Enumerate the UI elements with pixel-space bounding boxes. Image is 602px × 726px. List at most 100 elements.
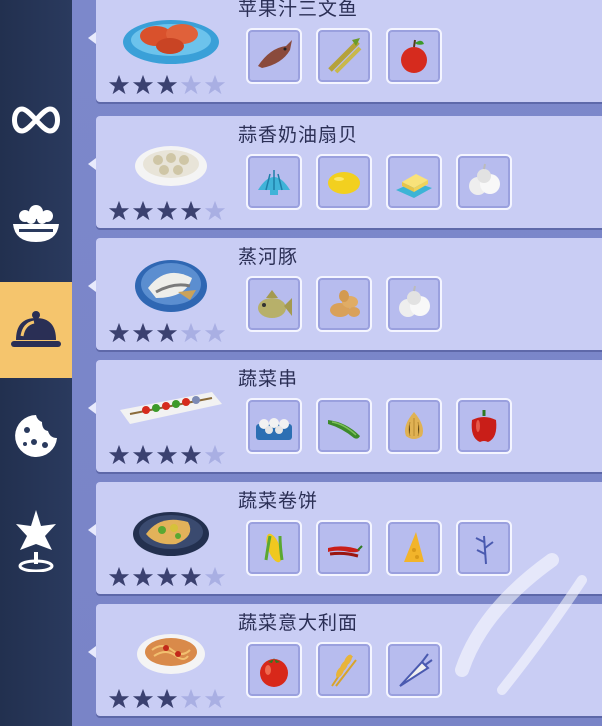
ingredient-slot[interactable] [386,28,442,84]
star-filled-icon [132,444,154,465]
star-filled-icon [180,200,202,221]
star-filled-icon [132,566,154,587]
herb-icon [475,535,494,565]
recipe-card[interactable]: 蔬菜串 [88,360,602,472]
star-rating [108,688,226,710]
garlic-icon [399,285,430,317]
recipe-card[interactable]: 蔬菜意大利面 [88,604,602,716]
star-empty-icon [204,322,226,343]
pufferfish-icon [258,290,292,318]
ingredient-slot[interactable] [386,154,442,210]
tab-snacks[interactable] [0,388,72,484]
recipe-card[interactable]: 蒸河豚 [88,238,602,350]
ingredient-slot[interactable] [386,642,442,698]
ingredient-list [246,276,442,332]
star-filled-icon [156,200,178,221]
cheese-icon [404,532,424,562]
recipe-name: 蒸河豚 [238,246,299,268]
star-filled-icon [132,688,154,709]
card-arrow-icon [88,646,96,658]
ingredient-slot[interactable] [316,642,372,698]
card-arrow-icon [88,524,96,536]
star-filled-icon [180,566,202,587]
cucumber-icon [328,420,360,439]
garlic-icon [469,163,500,195]
star-empty-icon [204,688,226,709]
mushroom-basket-icon [256,418,292,440]
ingredient-slot[interactable] [246,28,302,84]
infinity-icon [12,106,60,134]
category-sidebar [0,0,72,726]
star-empty-icon [180,688,202,709]
star-rating [108,200,226,222]
star-filled-icon [156,322,178,343]
star-empty-icon [204,444,226,465]
recipe-name: 蔬菜卷饼 [238,490,319,512]
onion-icon [405,412,423,439]
recipe-card[interactable]: 蔬菜卷饼 [88,482,602,594]
scallop-dish-icon [135,146,207,186]
star-empty-icon [204,74,226,95]
star-filled-icon [108,74,130,95]
star-filled-icon [108,566,130,587]
skewer-dish-icon [120,392,222,424]
star-rating [108,322,226,344]
ingredient-list [246,520,512,576]
shell-icon [258,170,290,195]
card-arrow-icon [88,280,96,292]
card-arrow-icon [88,158,96,170]
ingredient-slot[interactable] [386,276,442,332]
tab-infinity[interactable] [0,72,72,168]
star-rating [108,566,226,588]
tab-special[interactable] [0,492,72,588]
ginger-icon [330,290,360,317]
recipe-name: 蔬菜串 [238,368,299,390]
butter-icon [396,174,432,198]
ingredient-slot[interactable] [316,276,372,332]
ingredient-slot[interactable] [456,154,512,210]
star-filled-icon [132,200,154,221]
star-empty-icon [180,322,202,343]
ingredient-slot[interactable] [246,398,302,454]
ingredient-slot[interactable] [246,642,302,698]
star-filled-icon [132,74,154,95]
recipe-card[interactable]: 蒜香奶油扇贝 [88,116,602,228]
star-empty-icon [204,566,226,587]
star-filled-icon [108,688,130,709]
apple-icon [401,39,427,73]
ingredient-slot[interactable] [386,520,442,576]
pasta-dish-icon [137,634,205,674]
star-rating [108,74,226,96]
recipe-card[interactable]: 苹果汁三文鱼 [88,0,602,102]
pufferfish-dish-icon [135,260,207,312]
ingredient-slot[interactable] [316,398,372,454]
star-filled-icon [156,444,178,465]
tab-cooked-dishes[interactable] [0,282,72,378]
ingredient-slot[interactable] [456,398,512,454]
card-arrow-icon [88,402,96,414]
ingredient-slot[interactable] [246,276,302,332]
tab-bowl[interactable] [0,176,72,272]
carrot-icon [399,653,433,687]
ingredient-slot[interactable] [316,28,372,84]
wrap-dish-icon [133,512,209,556]
sparkle-pin-icon [16,510,56,572]
ingredient-slot[interactable] [386,398,442,454]
cookie-icon [15,415,57,457]
fish-icon [258,40,292,68]
star-filled-icon [132,322,154,343]
recipe-list: 苹果汁三文鱼 蒜香奶油扇贝 蒸河豚 蔬菜串 蔬菜卷饼 蔬菜意大利面 [72,0,602,726]
corn-icon [264,533,284,563]
ingredient-list [246,28,442,84]
ingredient-slot[interactable] [316,520,372,576]
star-rating [108,444,226,466]
ingredient-slot[interactable] [246,520,302,576]
star-empty-icon [204,200,226,221]
star-filled-icon [156,74,178,95]
bowl-icon [13,205,59,242]
ingredient-slot[interactable] [246,154,302,210]
ingredient-slot[interactable] [456,520,512,576]
ingredient-slot[interactable] [316,154,372,210]
ingredient-list [246,154,512,210]
star-filled-icon [108,200,130,221]
